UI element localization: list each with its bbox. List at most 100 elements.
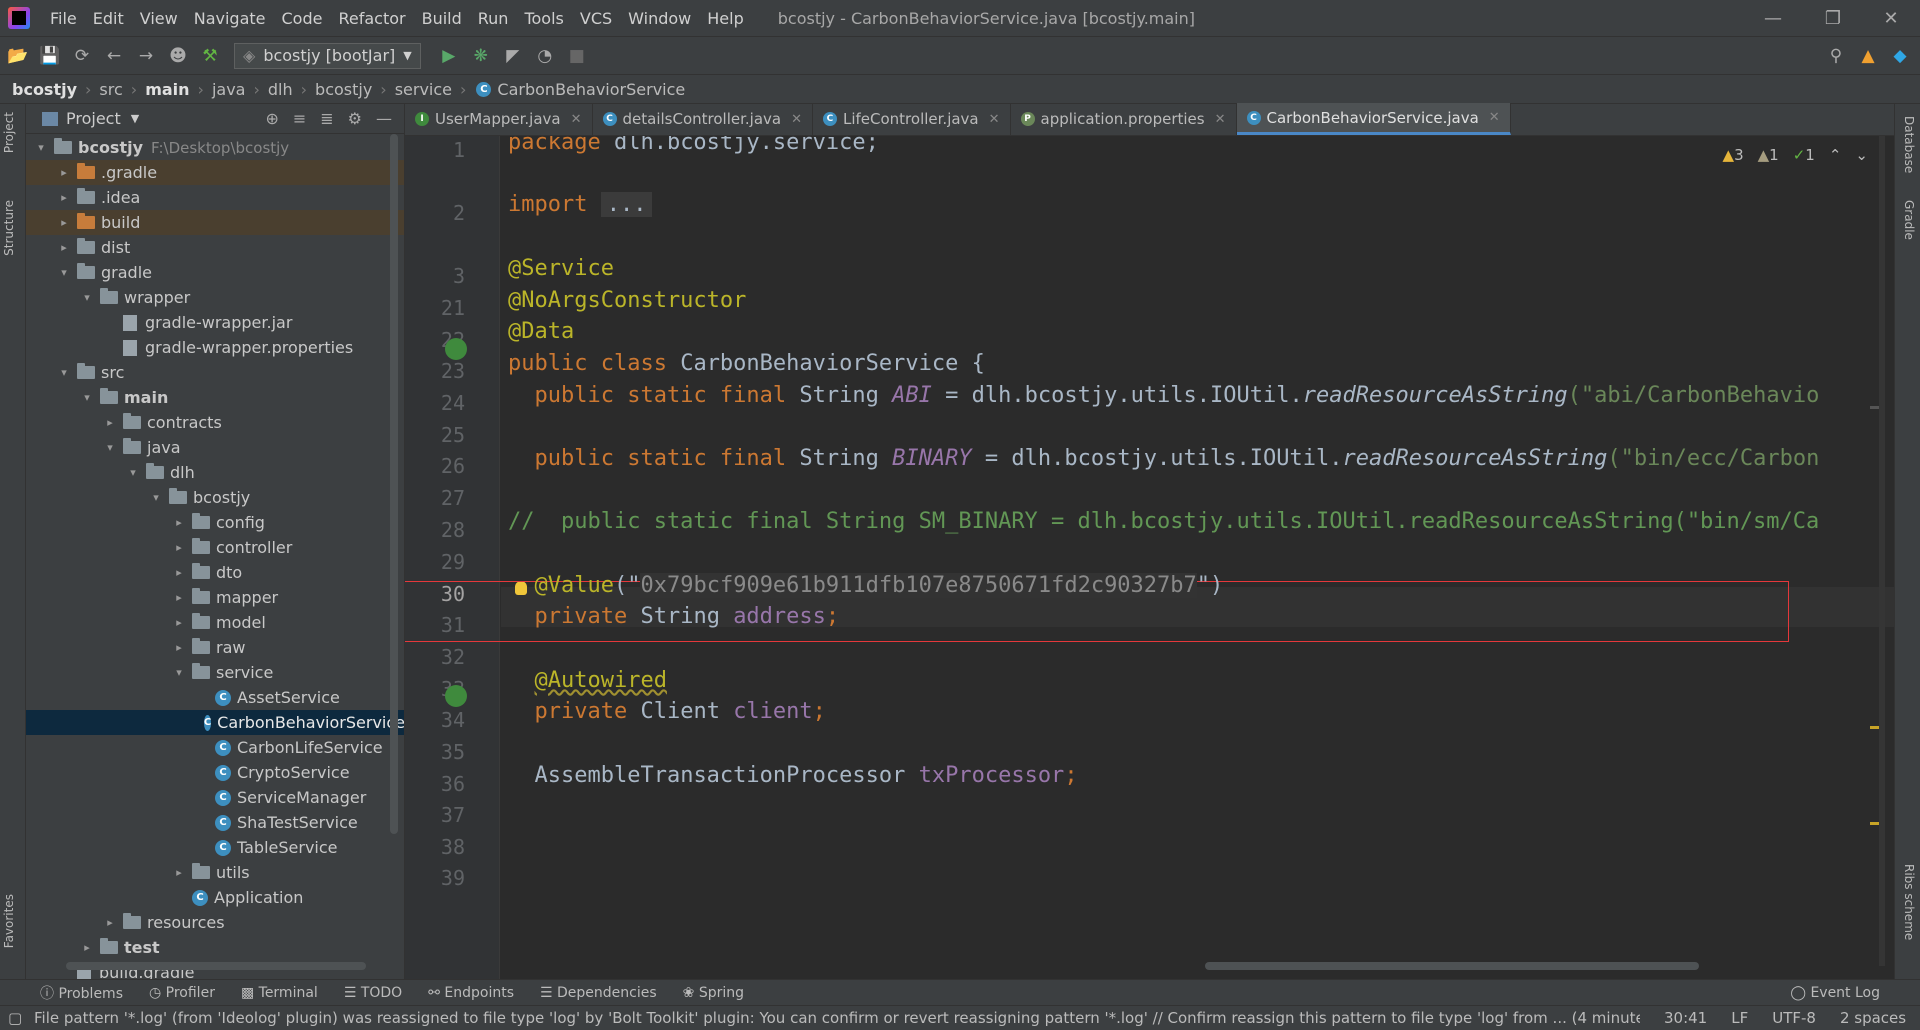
database-side-tab[interactable]: Database xyxy=(1902,116,1916,173)
menu-run[interactable]: Run xyxy=(470,9,517,28)
collapse-all-icon[interactable]: ≣ xyxy=(320,109,333,128)
tree-item[interactable]: ▾ wrapper xyxy=(26,285,404,310)
line-number[interactable]: 3 xyxy=(405,264,465,288)
tree-item[interactable]: ▸ build xyxy=(26,210,404,235)
line-number[interactable]: 36 xyxy=(405,772,465,796)
locate-icon[interactable]: ⊕ xyxy=(265,109,278,128)
chevron-down-icon[interactable]: ▾ xyxy=(126,466,140,479)
tree-item[interactable]: ▾ service xyxy=(26,660,404,685)
line-number[interactable]: 25 xyxy=(405,423,465,447)
tree-item[interactable]: ▸ dto xyxy=(26,560,404,585)
tree-item[interactable]: ▸ config xyxy=(26,510,404,535)
tree-item[interactable]: ▸ test xyxy=(26,935,404,960)
save-all-icon[interactable]: 💾 xyxy=(36,42,64,70)
toolbox-icon[interactable]: ◆ xyxy=(1886,42,1914,70)
tree-item[interactable]: gradle-wrapper.jar xyxy=(26,310,404,335)
tree-item[interactable]: C ServiceManager xyxy=(26,785,404,810)
chevron-down-icon[interactable]: ▾ xyxy=(34,141,48,154)
code-editor[interactable]: 1232122232425262728293031323334353637383… xyxy=(405,136,1894,979)
coverage-icon[interactable]: ◤ xyxy=(499,42,527,70)
tree-item[interactable]: ▾ dlh xyxy=(26,460,404,485)
indent-setting[interactable]: 2 spaces xyxy=(1840,1009,1906,1027)
close-icon[interactable]: ✕ xyxy=(1489,110,1500,125)
breadcrumb-item[interactable]: bcostjy xyxy=(315,80,372,99)
breadcrumb-item[interactable]: main xyxy=(145,80,189,99)
chevron-right-icon[interactable]: ▸ xyxy=(103,916,117,929)
caret-position[interactable]: 30:41 xyxy=(1664,1009,1707,1027)
menu-build[interactable]: Build xyxy=(414,9,470,28)
tab-application-properties[interactable]: P application.properties ✕ xyxy=(1011,103,1237,135)
line-number[interactable]: 23 xyxy=(405,359,465,383)
chevron-down-icon[interactable]: ▼ xyxy=(131,112,139,125)
tab-usermapper[interactable]: I UserMapper.java ✕ xyxy=(405,103,593,135)
ribs-scheme-side-tab[interactable]: Ribs scheme xyxy=(1902,864,1916,940)
chevron-down-icon[interactable]: ▾ xyxy=(57,266,71,279)
terminal-tool-button[interactable]: ▩ Terminal xyxy=(241,985,318,1001)
chevron-down-icon[interactable]: ▾ xyxy=(80,391,94,404)
user-icon[interactable]: ☻ xyxy=(164,42,192,70)
minimize-button[interactable]: — xyxy=(1744,0,1802,36)
breadcrumb-item[interactable]: service xyxy=(395,80,452,99)
menu-edit[interactable]: Edit xyxy=(85,9,132,28)
line-number[interactable]: 2 xyxy=(405,201,465,225)
chevron-right-icon[interactable]: ▸ xyxy=(80,941,94,954)
tree-item[interactable]: ▸ mapper xyxy=(26,585,404,610)
editor-scrollbar-horizontal[interactable] xyxy=(1205,962,1699,970)
tree-item[interactable]: ▸ resources xyxy=(26,910,404,935)
tree-item[interactable]: ▾ main xyxy=(26,385,404,410)
chevron-right-icon[interactable]: ▸ xyxy=(172,541,186,554)
close-window-button[interactable]: ✕ xyxy=(1862,0,1920,36)
problems-tool-button[interactable]: ⓘ Problems xyxy=(40,983,123,1003)
line-number[interactable]: 37 xyxy=(405,803,465,827)
tree-item[interactable]: C Application xyxy=(26,885,404,910)
tree-item[interactable]: ▾ bcostjy xyxy=(26,485,404,510)
breadcrumb-item[interactable]: bcostjy xyxy=(12,80,77,99)
menu-file[interactable]: File xyxy=(42,9,85,28)
tree-item[interactable]: ▸ .gradle xyxy=(26,160,404,185)
menu-window[interactable]: Window xyxy=(620,9,699,28)
menu-vcs[interactable]: VCS xyxy=(572,9,620,28)
tree-scrollbar-horizontal[interactable] xyxy=(66,962,366,970)
line-number[interactable]: 39 xyxy=(405,866,465,890)
chevron-right-icon[interactable]: ▸ xyxy=(172,866,186,879)
close-icon[interactable]: ✕ xyxy=(791,112,802,127)
folded-imports[interactable]: ... xyxy=(600,192,653,217)
chevron-right-icon[interactable]: ▸ xyxy=(172,566,186,579)
run-icon[interactable]: ▶ xyxy=(435,42,463,70)
tree-scrollbar-vertical[interactable] xyxy=(390,134,398,834)
chevron-right-icon[interactable]: ▸ xyxy=(172,616,186,629)
status-toggle-icon[interactable]: ▢ xyxy=(8,1009,22,1027)
tree-item[interactable]: C AssetService xyxy=(26,685,404,710)
chevron-right-icon[interactable]: ▸ xyxy=(172,591,186,604)
menu-code[interactable]: Code xyxy=(274,9,331,28)
chevron-down-icon[interactable]: ▾ xyxy=(103,441,117,454)
chevron-right-icon[interactable]: ▸ xyxy=(57,166,71,179)
chevron-down-icon[interactable]: ▾ xyxy=(80,291,94,304)
close-icon[interactable]: ✕ xyxy=(571,112,582,127)
gradle-side-tab[interactable]: Gradle xyxy=(1902,200,1916,240)
tree-item[interactable]: ▸ model xyxy=(26,610,404,635)
tree-item[interactable]: ▾ src xyxy=(26,360,404,385)
chevron-right-icon[interactable]: ▸ xyxy=(172,641,186,654)
tree-item[interactable]: C TableService xyxy=(26,835,404,860)
profiler-tool-button[interactable]: ◷ Profiler xyxy=(149,985,215,1001)
line-separator[interactable]: LF xyxy=(1731,1009,1748,1027)
line-number[interactable]: 21 xyxy=(405,296,465,320)
endpoints-tool-button[interactable]: ⚯ Endpoints xyxy=(428,985,514,1001)
stop-icon[interactable]: ■ xyxy=(563,42,591,70)
profile-icon[interactable]: ◔ xyxy=(531,42,559,70)
tree-item[interactable]: ▸ .idea xyxy=(26,185,404,210)
restore-button[interactable]: ❐ xyxy=(1804,0,1862,36)
tree-item[interactable]: ▸ dist xyxy=(26,235,404,260)
status-message[interactable]: File pattern '*.log' (from 'Ideolog' plu… xyxy=(0,1009,1640,1027)
tree-item[interactable]: C CryptoService xyxy=(26,760,404,785)
breadcrumb-item[interactable]: java xyxy=(212,80,246,99)
line-number[interactable]: 28 xyxy=(405,518,465,542)
breadcrumb-item[interactable]: dlh xyxy=(268,80,293,99)
menu-tools[interactable]: Tools xyxy=(516,9,571,28)
project-side-tab[interactable]: Project xyxy=(2,112,16,153)
sync-icon[interactable]: ⟳ xyxy=(68,42,96,70)
chevron-down-icon[interactable]: ▾ xyxy=(57,366,71,379)
update-icon[interactable]: ▲ xyxy=(1854,42,1882,70)
breadcrumb-item[interactable]: src xyxy=(99,80,122,99)
